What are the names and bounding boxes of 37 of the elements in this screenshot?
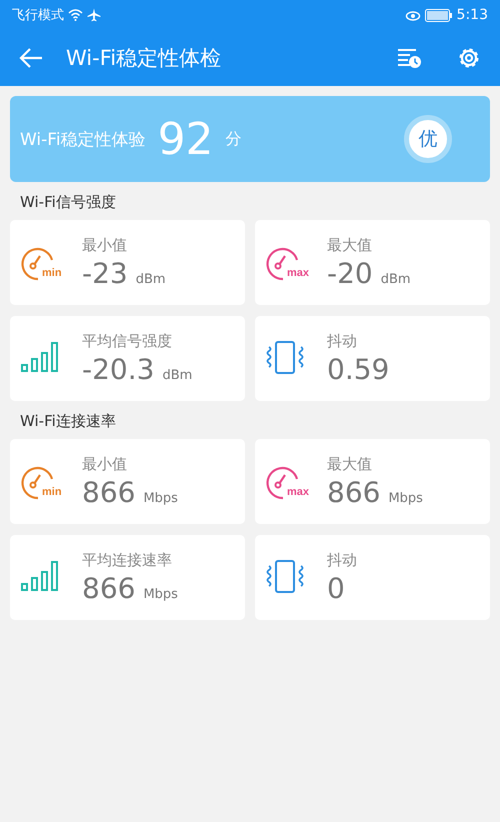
stat-value: 866 — [327, 476, 380, 508]
stat-unit: dBm — [136, 272, 166, 286]
score-unit: 分 — [226, 128, 243, 150]
stat-label: 平均连接速率 — [82, 550, 173, 570]
stat-label: 最大值 — [327, 454, 373, 474]
airplane-icon — [87, 8, 101, 22]
stat-label: 平均信号强度 — [82, 332, 173, 350]
section-title: Wi-Fi连接速率 — [19, 411, 117, 432]
stat-unit: Mbps — [143, 490, 178, 506]
wifi-icon — [68, 9, 83, 21]
stat-unit: Mbps — [143, 586, 178, 602]
grade-badge: 优 — [404, 115, 452, 163]
history-button[interactable] — [396, 47, 422, 69]
status-carrier: 飞行模式 — [12, 7, 64, 24]
stat-label: 抖动 — [327, 332, 358, 350]
stat-label: 最小值 — [82, 236, 128, 254]
stat-unit: dBm — [380, 272, 411, 286]
stat-value: -23 — [82, 256, 128, 290]
stat-value: -20.3 — [82, 352, 154, 386]
stat-value: -20 — [327, 256, 373, 290]
stat-label: 最小值 — [82, 454, 128, 474]
stat-value: 866 — [82, 476, 136, 508]
section-title: Wi-Fi信号强度 — [19, 192, 117, 213]
stat-value: 866 — [82, 572, 136, 604]
stat-value: 0 — [327, 572, 345, 604]
battery-icon — [424, 8, 453, 22]
stat-label: 最大值 — [327, 236, 373, 254]
stat-unit: dBm — [162, 368, 192, 382]
score-label: Wi-Fi稳定性体验 — [20, 128, 146, 150]
window-title: Wi-Fi稳定性体检 — [66, 45, 222, 72]
back-button[interactable] — [18, 47, 44, 69]
score-value: 92 — [158, 114, 214, 164]
status-time: 5:13 — [456, 7, 488, 23]
stat-label: 抖动 — [327, 550, 357, 570]
eye-icon — [404, 9, 421, 21]
stat-value: 0.59 — [327, 352, 390, 386]
stat-unit: Mbps — [388, 490, 423, 506]
